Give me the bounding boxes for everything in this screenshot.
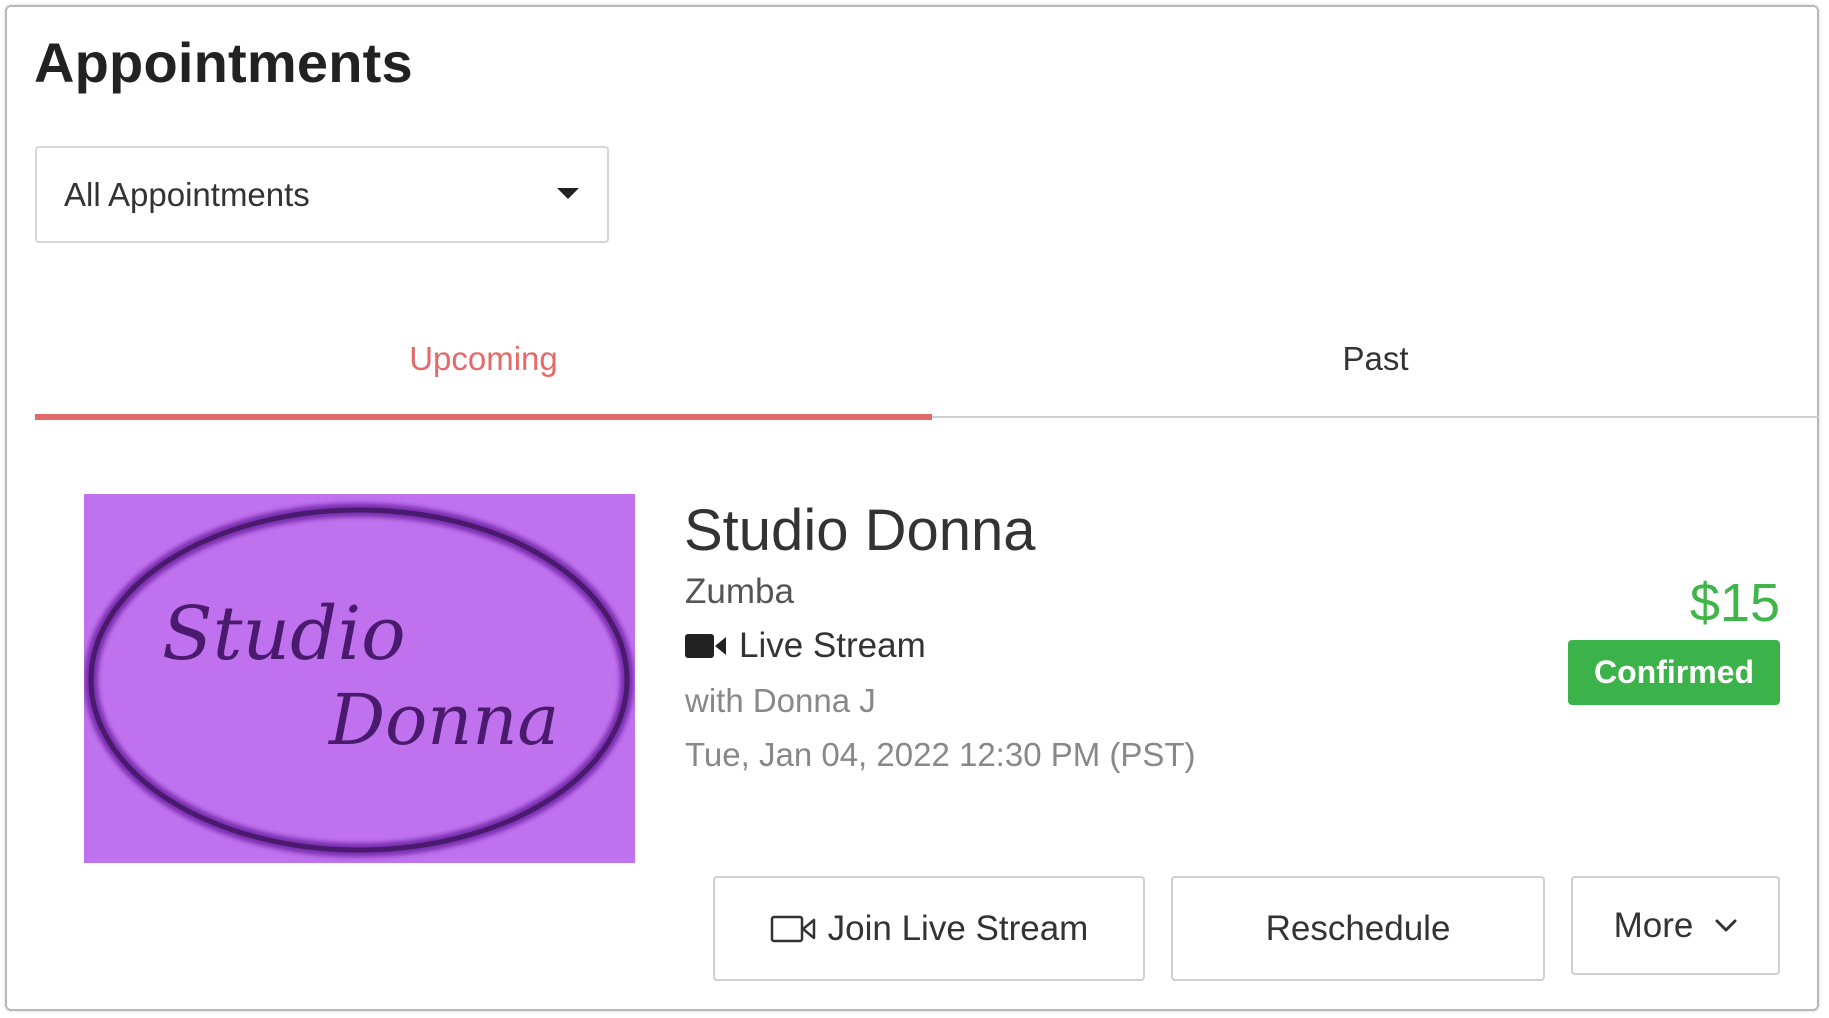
more-button[interactable]: More (1571, 876, 1780, 975)
caret-down-icon (557, 188, 579, 199)
tab-past-label: Past (1342, 340, 1409, 377)
activity-name: Zumba (685, 572, 794, 611)
join-live-stream-label: Join Live Stream (827, 908, 1089, 948)
instructor-name: with Donna J (685, 682, 876, 719)
more-label: More (1613, 905, 1694, 945)
reschedule-label: Reschedule (1265, 908, 1451, 948)
session-mode: Live Stream (685, 626, 926, 666)
status-badge: Confirmed (1568, 640, 1780, 705)
tab-past[interactable]: Past (932, 300, 1819, 418)
studio-logo-art: Studio Donna (84, 503, 634, 857)
video-camera-outline-icon (770, 915, 815, 942)
studio-name: Studio Donna (684, 498, 1036, 563)
appointment-datetime: Tue, Jan 04, 2022 12:30 PM (PST) (685, 736, 1196, 773)
studio-logo-image: Studio Donna (84, 494, 635, 863)
logo-text-donna: Donna (327, 679, 559, 761)
video-camera-icon (685, 634, 726, 658)
logo-text-studio: Studio (162, 591, 406, 677)
filter-selected-label: All Appointments (64, 175, 310, 213)
session-mode-label: Live Stream (739, 626, 926, 665)
tab-upcoming-label: Upcoming (409, 340, 558, 377)
chevron-down-icon (1715, 919, 1737, 931)
appointments-filter-dropdown[interactable]: All Appointments (35, 146, 609, 243)
join-live-stream-button[interactable]: Join Live Stream (713, 876, 1145, 981)
reschedule-button[interactable]: Reschedule (1171, 876, 1545, 981)
appointment-price: $15 (1689, 573, 1780, 633)
tab-upcoming[interactable]: Upcoming (35, 300, 932, 420)
page-title: Appointments (34, 31, 413, 94)
appointment-tabs: Upcoming Past (35, 300, 1819, 420)
